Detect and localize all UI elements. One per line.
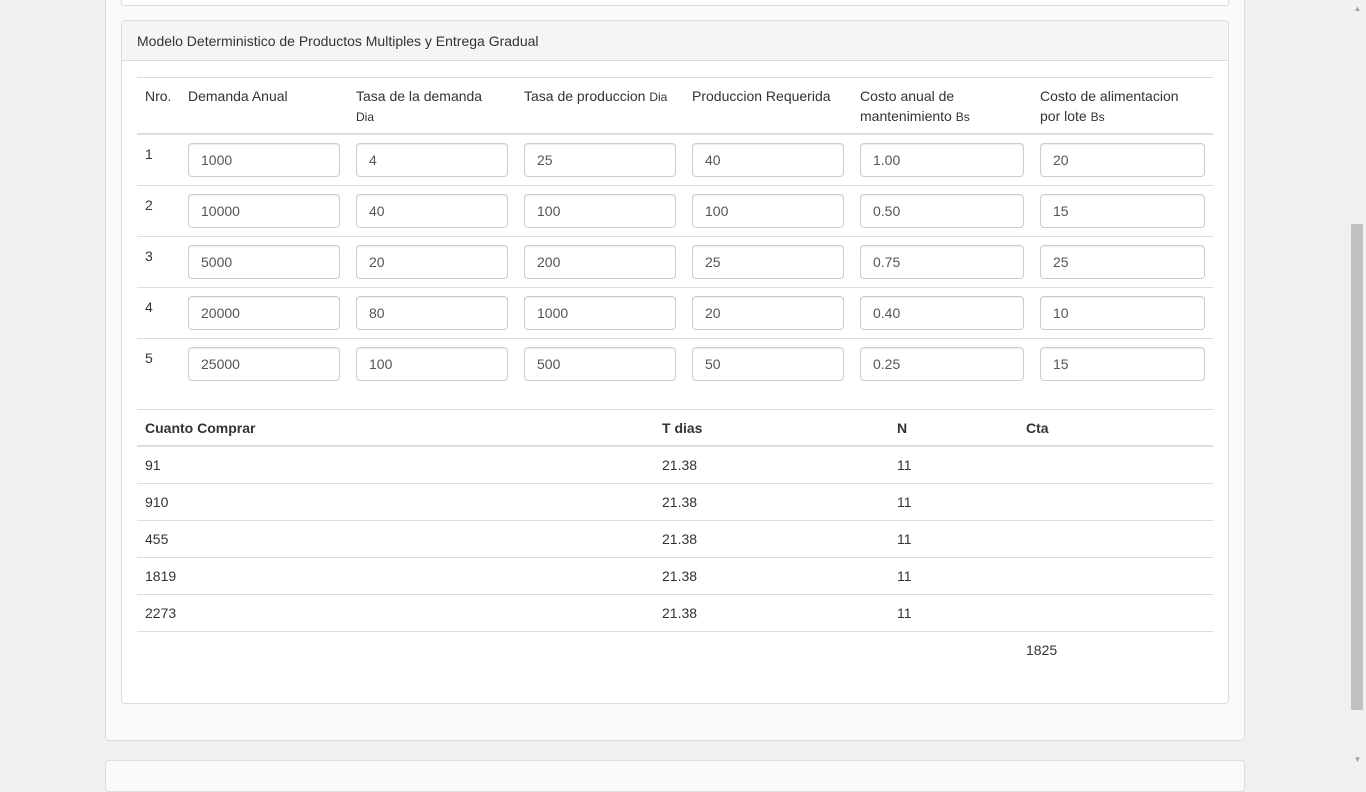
row-divider — [137, 520, 1213, 521]
tasa-demanda-input[interactable] — [356, 296, 508, 330]
produccion-requerida-input[interactable] — [692, 194, 844, 228]
costo-alimentacion-input[interactable] — [1040, 194, 1205, 228]
row-number: 3 — [145, 248, 153, 264]
cuanto-comprar-cell: 91 — [145, 457, 161, 473]
demanda-anual-input[interactable] — [188, 296, 340, 330]
demanda-anual-input[interactable] — [188, 347, 340, 381]
t-dias-cell: 21.38 — [662, 457, 698, 473]
results-header-divider — [137, 445, 1213, 447]
demanda-anual-input[interactable] — [188, 143, 340, 177]
header-tasa-demanda-unit: Dia — [356, 110, 375, 124]
produccion-requerida-input[interactable] — [692, 347, 844, 381]
vertical-scrollbar[interactable]: ▲ ▼ — [1349, 0, 1366, 768]
header-divider — [137, 133, 1213, 135]
t-dias-cell: 21.38 — [662, 531, 698, 547]
n-cell: 11 — [897, 531, 912, 547]
costo-mantenimiento-input[interactable] — [860, 347, 1024, 381]
results-top-border — [137, 409, 1213, 410]
row-divider — [137, 594, 1213, 595]
scroll-down-arrow-icon[interactable]: ▼ — [1349, 751, 1366, 768]
row-number: 4 — [145, 299, 153, 315]
row-divider — [137, 236, 1213, 237]
header-costo-mant-line2: mantenimiento — [860, 108, 952, 124]
header-costo-mant-unit: Bs — [955, 110, 970, 124]
costo-alimentacion-input[interactable] — [1040, 143, 1205, 177]
header-tasa-produccion: Tasa de produccion Dia — [524, 86, 667, 107]
table-top-border — [137, 77, 1213, 78]
header-t-dias: T dias — [662, 420, 703, 436]
cuanto-comprar-cell: 910 — [145, 494, 169, 510]
tasa-produccion-input[interactable] — [524, 245, 676, 279]
produccion-requerida-input[interactable] — [692, 245, 844, 279]
scroll-up-arrow-icon[interactable]: ▲ — [1349, 0, 1366, 17]
t-dias-cell: 21.38 — [662, 605, 698, 621]
header-costo-mantenimiento: Costo anual de mantenimiento Bs — [860, 86, 970, 127]
next-panel — [105, 760, 1245, 792]
header-costo-alim-line2: por lote — [1040, 108, 1087, 124]
row-number: 1 — [145, 146, 153, 162]
row-divider — [137, 631, 1213, 632]
header-nro: Nro. — [145, 88, 172, 104]
cuanto-comprar-cell: 1819 — [145, 568, 177, 584]
row-divider — [137, 557, 1213, 558]
header-tasa-produccion-unit: Dia — [649, 90, 668, 104]
demanda-anual-input[interactable] — [188, 194, 340, 228]
t-dias-cell: 21.38 — [662, 494, 698, 510]
costo-alimentacion-input[interactable] — [1040, 245, 1205, 279]
row-divider — [137, 483, 1213, 484]
header-tasa-demanda-label: Tasa de la demanda — [356, 88, 483, 104]
tasa-demanda-input[interactable] — [356, 347, 508, 381]
tasa-produccion-input[interactable] — [524, 347, 676, 381]
costo-mantenimiento-input[interactable] — [860, 194, 1024, 228]
n-cell: 11 — [897, 568, 912, 584]
produccion-requerida-input[interactable] — [692, 143, 844, 177]
header-n: N — [897, 420, 908, 436]
row-divider — [137, 185, 1213, 186]
tasa-demanda-input[interactable] — [356, 143, 508, 177]
row-number: 2 — [145, 197, 153, 213]
row-divider — [137, 287, 1213, 288]
previous-panel — [121, 0, 1229, 6]
tasa-produccion-input[interactable] — [524, 143, 676, 177]
costo-alimentacion-input[interactable] — [1040, 347, 1205, 381]
demanda-anual-input[interactable] — [188, 245, 340, 279]
header-demanda-anual: Demanda Anual — [188, 88, 288, 104]
n-cell: 11 — [897, 605, 912, 621]
header-costo-mant-line1: Costo anual de — [860, 88, 955, 104]
costo-mantenimiento-input[interactable] — [860, 296, 1024, 330]
tasa-demanda-input[interactable] — [356, 194, 508, 228]
scrollbar-thumb[interactable] — [1351, 224, 1363, 710]
header-costo-alim-unit: Bs — [1090, 110, 1105, 124]
tasa-produccion-input[interactable] — [524, 194, 676, 228]
t-dias-cell: 21.38 — [662, 568, 698, 584]
row-divider — [137, 338, 1213, 339]
row-number: 5 — [145, 350, 153, 366]
header-cuanto-comprar: Cuanto Comprar — [145, 420, 256, 436]
cuanto-comprar-cell: 455 — [145, 531, 169, 547]
header-costo-alimentacion: Costo de alimentacion por lote Bs — [1040, 86, 1179, 127]
header-tasa-produccion-label: Tasa de produccion — [524, 88, 646, 104]
costo-mantenimiento-input[interactable] — [860, 143, 1024, 177]
produccion-requerida-input[interactable] — [692, 296, 844, 330]
header-cta: Cta — [1026, 420, 1049, 436]
panel-title: Modelo Deterministico de Productos Multi… — [122, 21, 1228, 61]
cuanto-comprar-cell: 2273 — [145, 605, 177, 621]
n-cell: 11 — [897, 457, 912, 473]
tasa-produccion-input[interactable] — [524, 296, 676, 330]
n-cell: 11 — [897, 494, 912, 510]
tasa-demanda-input[interactable] — [356, 245, 508, 279]
total-cta-value: 1825 — [1026, 642, 1058, 658]
costo-mantenimiento-input[interactable] — [860, 245, 1024, 279]
header-costo-alim-line1: Costo de alimentacion — [1040, 88, 1179, 104]
costo-alimentacion-input[interactable] — [1040, 296, 1205, 330]
header-produccion-requerida: Produccion Requerida — [692, 88, 831, 104]
header-tasa-demanda: Tasa de la demanda Dia — [356, 86, 482, 127]
